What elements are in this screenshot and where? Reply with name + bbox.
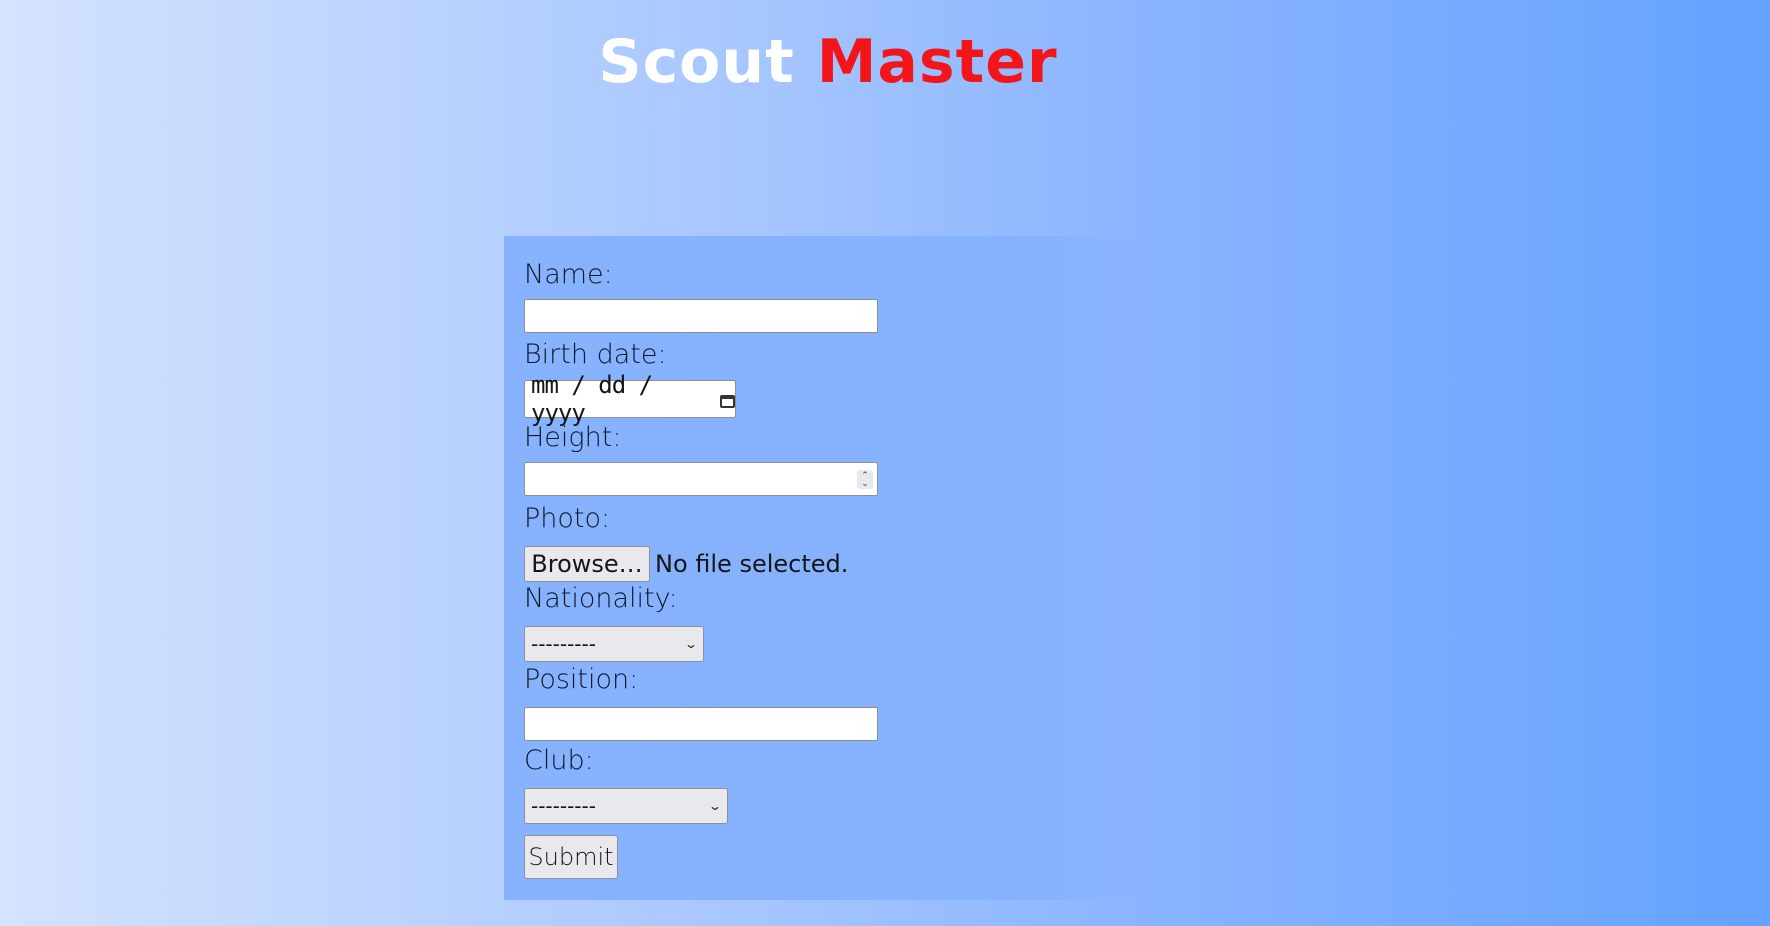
number-spinner-icon[interactable]: ⌃ ⌄ bbox=[857, 470, 873, 489]
position-input[interactable] bbox=[524, 707, 878, 741]
position-label: Position: bbox=[524, 664, 639, 695]
submit-button[interactable]: Submit bbox=[524, 835, 618, 879]
page-title: Scout Master bbox=[0, 22, 1656, 102]
birth-date-label: Birth date: bbox=[524, 339, 667, 370]
photo-label: Photo: bbox=[524, 503, 611, 534]
nationality-selected-value: --------- bbox=[531, 632, 596, 656]
club-select[interactable]: --------- ⌄ bbox=[524, 788, 728, 824]
nationality-select[interactable]: --------- ⌄ bbox=[524, 626, 704, 662]
nationality-label: Nationality: bbox=[524, 583, 678, 614]
browse-button[interactable]: Browse… bbox=[524, 546, 650, 582]
scout-form: Name: Birth date: mm / dd / yyyy Height:… bbox=[504, 236, 1154, 900]
title-word-master: Master bbox=[816, 27, 1058, 97]
birth-date-placeholder: mm / dd / yyyy bbox=[531, 371, 653, 427]
name-label: Name: bbox=[524, 259, 613, 290]
title-word-scout: Scout bbox=[598, 27, 795, 97]
chevron-down-icon: ⌄ bbox=[683, 637, 699, 651]
height-label: Height: bbox=[524, 422, 622, 453]
height-input[interactable]: ⌃ ⌄ bbox=[524, 462, 878, 496]
birth-date-input[interactable]: mm / dd / yyyy bbox=[524, 371, 736, 427]
club-label: Club: bbox=[524, 745, 594, 776]
chevron-down-icon: ⌄ bbox=[707, 799, 723, 813]
name-input[interactable] bbox=[524, 299, 878, 333]
club-selected-value: --------- bbox=[531, 794, 596, 818]
calendar-icon[interactable] bbox=[720, 394, 735, 408]
file-status-text: No file selected. bbox=[655, 550, 849, 578]
